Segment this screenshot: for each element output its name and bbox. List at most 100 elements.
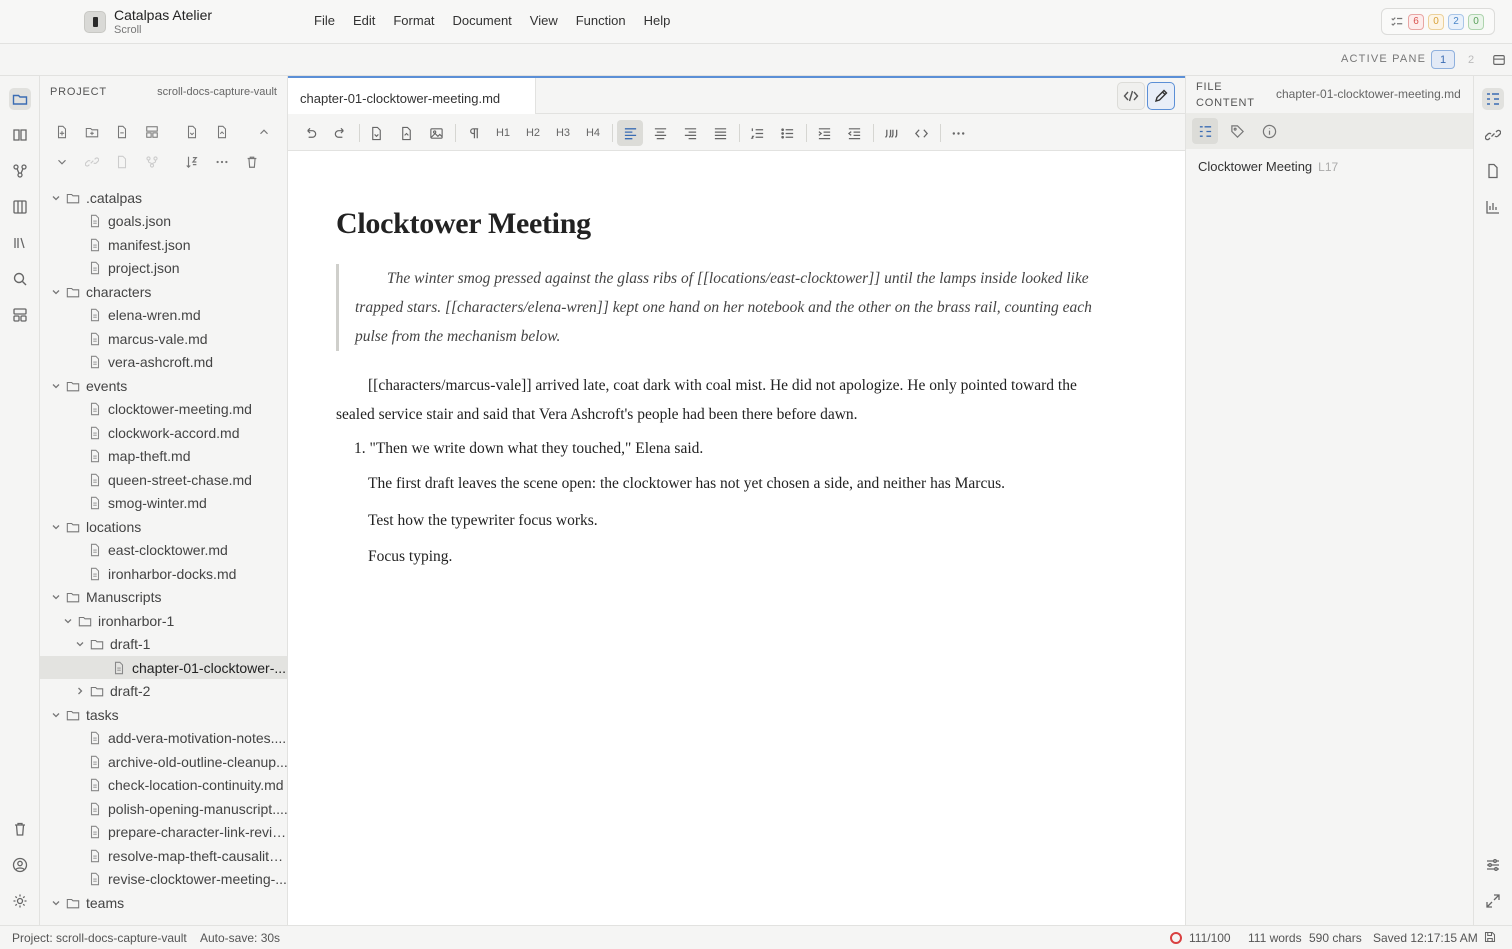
edit-mode-button[interactable] — [1147, 82, 1175, 110]
align-right-icon[interactable] — [677, 120, 703, 146]
chevron-down-icon[interactable] — [50, 521, 62, 533]
heading-1-button[interactable]: H1 — [490, 120, 516, 146]
chevron-down-icon[interactable] — [50, 897, 62, 909]
columns-icon[interactable] — [9, 196, 31, 218]
menu-help[interactable]: Help — [635, 13, 680, 28]
tree-file[interactable]: revise-clocktower-meeting-... — [40, 868, 287, 891]
menu-format[interactable]: Format — [384, 13, 443, 28]
menu-document[interactable]: Document — [444, 13, 521, 28]
code-block-icon[interactable] — [908, 120, 934, 146]
expand-icon[interactable] — [1482, 890, 1504, 912]
task-status-badges[interactable]: 6 0 2 0 — [1381, 8, 1495, 35]
tree-folder[interactable]: ironharbor-1 — [40, 609, 287, 632]
tree-file[interactable]: vera-ashcroft.md — [40, 351, 287, 374]
tree-file[interactable]: prepare-character-link-revie... — [40, 821, 287, 844]
tree-folder[interactable]: events — [40, 374, 287, 397]
align-left-icon[interactable] — [617, 120, 643, 146]
menu-view[interactable]: View — [521, 13, 567, 28]
tree-file[interactable]: check-location-continuity.md — [40, 774, 287, 797]
tree-folder[interactable]: locations — [40, 515, 287, 538]
tree-folder[interactable]: characters — [40, 280, 287, 303]
new-folder-icon[interactable] — [82, 122, 102, 142]
tree-file[interactable]: elena-wren.md — [40, 304, 287, 327]
heading-3-button[interactable]: H3 — [550, 120, 576, 146]
tree-file[interactable]: ironharbor-docks.md — [40, 562, 287, 585]
export-file-icon[interactable] — [393, 120, 419, 146]
paragraph-icon[interactable] — [460, 120, 486, 146]
sliders-icon[interactable] — [1482, 854, 1504, 876]
search-icon[interactable] — [9, 268, 31, 290]
indent-icon[interactable] — [811, 120, 837, 146]
chevron-down-icon[interactable] — [50, 591, 62, 603]
pane-2-button[interactable]: 2 — [1459, 50, 1483, 69]
tree-folder[interactable]: draft-1 — [40, 633, 287, 656]
collapse-up-icon[interactable] — [254, 122, 274, 142]
tree-folder[interactable]: tasks — [40, 703, 287, 726]
outdent-icon[interactable] — [841, 120, 867, 146]
chevron-down-icon[interactable] — [50, 709, 62, 721]
image-icon[interactable] — [423, 120, 449, 146]
tree-file[interactable]: east-clocktower.md — [40, 539, 287, 562]
chevron-down-icon[interactable] — [50, 192, 62, 204]
import-icon[interactable] — [182, 122, 202, 142]
tag-icon[interactable] — [1224, 118, 1250, 144]
tree-file[interactable]: marcus-vale.md — [40, 327, 287, 350]
insert-file-icon[interactable] — [363, 120, 389, 146]
book-icon[interactable] — [9, 124, 31, 146]
tree-folder[interactable]: teams — [40, 891, 287, 914]
expand-down-icon[interactable] — [52, 152, 72, 172]
tree-file[interactable]: manifest.json — [40, 233, 287, 256]
templates-icon[interactable] — [9, 304, 31, 326]
tree-file[interactable]: project.json — [40, 257, 287, 280]
chevron-down-icon[interactable] — [62, 615, 74, 627]
outline-item[interactable]: Clocktower Meeting L17 — [1198, 159, 1338, 174]
tree-file[interactable]: archive-old-outline-cleanup... — [40, 750, 287, 773]
new-document-icon[interactable] — [112, 122, 132, 142]
tree-file[interactable]: polish-opening-manuscript.... — [40, 797, 287, 820]
heading-2-button[interactable]: H2 — [520, 120, 546, 146]
tree-folder[interactable]: draft-2 — [40, 680, 287, 703]
account-icon[interactable] — [9, 854, 31, 876]
heading-4-button[interactable]: H4 — [580, 120, 606, 146]
bullet-list-icon[interactable] — [774, 120, 800, 146]
outline-icon[interactable] — [1482, 88, 1504, 110]
tree-file[interactable]: smog-winter.md — [40, 492, 287, 515]
tree-file[interactable]: clocktower-meeting.md — [40, 398, 287, 421]
tree-folder[interactable]: Manuscripts — [40, 586, 287, 609]
trash-icon[interactable] — [9, 818, 31, 840]
chevron-down-icon[interactable] — [50, 286, 62, 298]
outline-tab-icon[interactable] — [1192, 118, 1218, 144]
tree-file[interactable]: chapter-01-clocktower-... — [40, 656, 287, 679]
settings-gear-icon[interactable] — [9, 890, 31, 912]
file-icon[interactable] — [1482, 160, 1504, 182]
tree-file[interactable]: goals.json — [40, 210, 287, 233]
chevron-down-icon[interactable] — [74, 638, 86, 650]
tree-file[interactable]: add-vera-motivation-notes.... — [40, 727, 287, 750]
library-icon[interactable] — [9, 232, 31, 254]
source-mode-button[interactable] — [1117, 82, 1145, 110]
export-icon[interactable] — [212, 122, 232, 142]
graph-icon[interactable] — [9, 160, 31, 182]
backlinks-icon[interactable] — [1482, 124, 1504, 146]
delete-icon[interactable] — [242, 152, 262, 172]
blockquote-icon[interactable] — [878, 120, 904, 146]
editor-tab[interactable]: chapter-01-clocktower-meeting.md — [288, 78, 536, 114]
align-center-icon[interactable] — [647, 120, 673, 146]
menu-file[interactable]: File — [305, 13, 344, 28]
tree-file[interactable]: clockwork-accord.md — [40, 421, 287, 444]
split-layout-icon[interactable] — [1492, 53, 1506, 67]
ordered-list-icon[interactable] — [744, 120, 770, 146]
files-icon[interactable] — [9, 88, 31, 110]
info-icon[interactable] — [1256, 118, 1282, 144]
tree-file[interactable]: queen-street-chase.md — [40, 468, 287, 491]
redo-icon[interactable] — [327, 120, 353, 146]
tree-file[interactable]: resolve-map-theft-causality.... — [40, 844, 287, 867]
sort-icon[interactable] — [182, 152, 202, 172]
chevron-down-icon[interactable] — [50, 380, 62, 392]
chevron-right-icon[interactable] — [74, 685, 86, 697]
menu-function[interactable]: Function — [567, 13, 635, 28]
menu-edit[interactable]: Edit — [344, 13, 384, 28]
stats-chart-icon[interactable] — [1482, 196, 1504, 218]
align-justify-icon[interactable] — [707, 120, 733, 146]
save-icon[interactable] — [1484, 931, 1496, 943]
